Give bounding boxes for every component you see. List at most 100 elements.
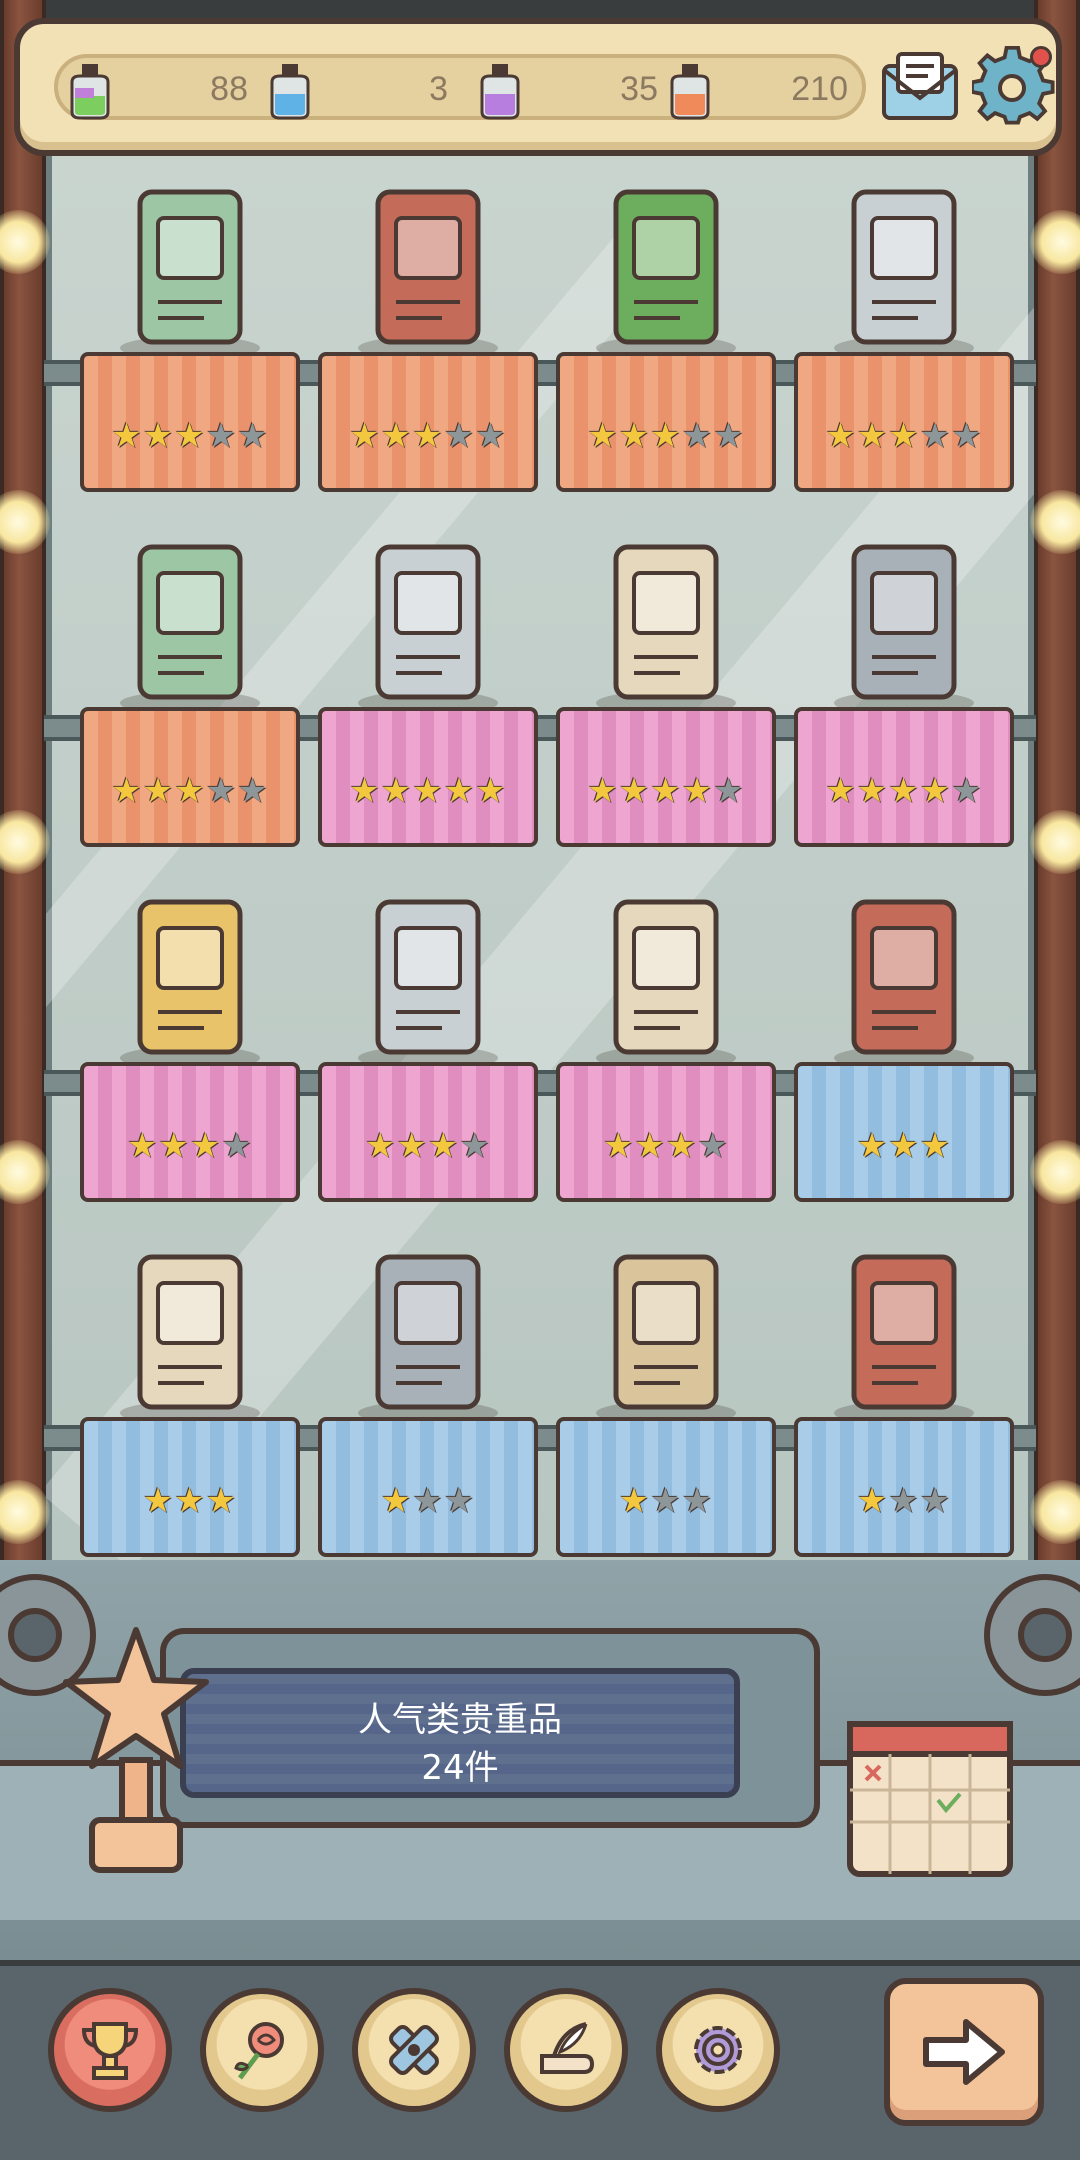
settings-button[interactable] [970,45,1056,130]
category-title: 人气类贵重品 [358,1700,562,1740]
golden-trophy-icon [120,899,260,1070]
star-filled-icon: ★ [681,771,714,811]
shelf-item-crystal-ball[interactable]: ★★★ [794,862,1014,1202]
circuit-jar-icon [120,189,260,360]
trophy-icon [81,2022,139,2080]
star-rating: ★★★★ [318,1126,538,1166]
resource-value: 35 [620,70,658,108]
shelf-item-tetris-blocks[interactable]: ★★★★★ [80,507,300,847]
orange-potion-icon [670,64,710,120]
tetris-blocks-icon [120,544,260,715]
star-rating: ★★★★★ [80,771,300,811]
star-filled-icon: ★ [412,771,444,811]
nav-trophy-button[interactable] [48,1988,172,2112]
star-empty-icon: ★ [888,1481,920,1521]
star-empty-icon: ★ [681,1481,714,1521]
star-filled-icon: ★ [634,1126,666,1166]
shelf-item-painting-box[interactable]: ★★★★★ [556,507,776,847]
shelf-item-patent-paper[interactable]: ★★★★ [318,862,538,1202]
star-rating: ★★★★ [80,1126,300,1166]
purple-potion-icon [480,64,520,120]
shelf-item-statue-globe[interactable]: ★★★★★ [794,152,1014,492]
patent-paper-icon [358,899,498,1070]
star-rating: ★★★★★ [794,416,1014,456]
painting-box-icon [596,544,736,715]
shelf-item-gavel-document[interactable]: ★★★★ [556,862,776,1202]
star-filled-icon: ★ [174,1481,206,1521]
star-rating: ★★★ [794,1481,1014,1521]
shelf-item-eagle-plaque[interactable]: ★★★ [556,1217,776,1557]
star-filled-icon: ★ [856,771,889,811]
cross-bandage-icon [389,2025,439,2075]
resource-value: 3 [429,70,448,108]
nav-rose-button[interactable] [200,1988,324,2112]
star-rating: ★★★ [318,1481,538,1521]
star-filled-icon: ★ [349,416,381,456]
resource-green[interactable]: 88 [58,58,258,124]
green-potion-icon [70,64,110,120]
star-empty-icon: ★ [681,416,714,456]
star-filled-icon: ★ [825,771,857,811]
star-filled-icon: ★ [127,1126,159,1166]
resource-purple[interactable]: 35 [468,58,668,124]
nav-bandage-button[interactable] [352,1988,476,2112]
shelf-item-golden-trophy[interactable]: ★★★★ [80,862,300,1202]
category-count: 24件 [421,1748,499,1788]
shelf-item-formula-scroll[interactable]: ★★★ [80,1217,300,1557]
star-filled-icon: ★ [587,771,619,811]
green-leaf-icon [596,189,736,360]
star-filled-icon: ★ [142,771,175,811]
nav-gear-button[interactable] [656,1988,780,2112]
nav-scroll-button[interactable] [504,1988,628,2112]
star-empty-icon: ★ [697,1126,729,1166]
star-empty-icon: ★ [713,771,745,811]
shelf-item-circuit-jar[interactable]: ★★★★★ [80,152,300,492]
star-filled-icon: ★ [142,1481,175,1521]
star-trophy-icon [63,1627,209,1873]
star-empty-icon: ★ [475,416,507,456]
star-filled-icon: ★ [650,416,682,456]
star-filled-icon: ★ [475,771,507,811]
star-filled-icon: ★ [412,416,444,456]
star-empty-icon: ★ [919,416,952,456]
star-rating: ★★★★★ [794,771,1014,811]
star-rating: ★★★ [80,1481,300,1521]
iron-throne-icon [358,544,498,715]
formula-scroll-icon [120,1254,260,1425]
star-empty-icon: ★ [650,1481,682,1521]
star-filled-icon: ★ [856,1481,889,1521]
shelf-item-stone-tablet[interactable]: ★★★★★ [794,507,1014,847]
star-rating: ★★★ [556,1481,776,1521]
star-empty-icon: ★ [412,1481,444,1521]
star-filled-icon: ★ [856,1126,889,1166]
resource-bar: 88 3 35 210 [14,18,1062,156]
shelf-item-bullet-frame[interactable]: ★★★ [318,1217,538,1557]
next-button[interactable] [884,1978,1044,2126]
shelf-item-carved-stick[interactable]: ★★★★★ [318,152,538,492]
resource-track: 88 3 35 210 [54,54,866,120]
stone-tablet-icon [834,544,974,715]
gear-icon [694,2026,742,2074]
star-empty-icon: ★ [713,416,745,456]
star-empty-icon: ★ [443,1481,476,1521]
mail-button[interactable] [878,46,962,130]
shelf-item-zorro-mask[interactable]: ★★★ [794,1217,1014,1557]
gavel-document-icon [596,899,736,1070]
zorro-mask-icon [834,1254,974,1425]
blue-potion-icon [270,64,310,120]
star-filled-icon: ★ [174,771,206,811]
star-filled-icon: ★ [825,416,857,456]
star-filled-icon: ★ [158,1126,190,1166]
star-rating: ★★★★★ [80,416,300,456]
resource-blue[interactable]: 3 [258,58,458,124]
star-rating: ★★★★★ [556,771,776,811]
shelf-item-green-leaf[interactable]: ★★★★★ [556,152,776,492]
star-empty-icon: ★ [205,416,238,456]
star-filled-icon: ★ [174,416,206,456]
resource-orange[interactable]: 210 [658,58,858,124]
star-filled-icon: ★ [205,1481,238,1521]
eagle-plaque-icon [596,1254,736,1425]
star-filled-icon: ★ [888,416,920,456]
star-rating: ★★★★★ [556,416,776,456]
shelf-item-iron-throne[interactable]: ★★★★★ [318,507,538,847]
